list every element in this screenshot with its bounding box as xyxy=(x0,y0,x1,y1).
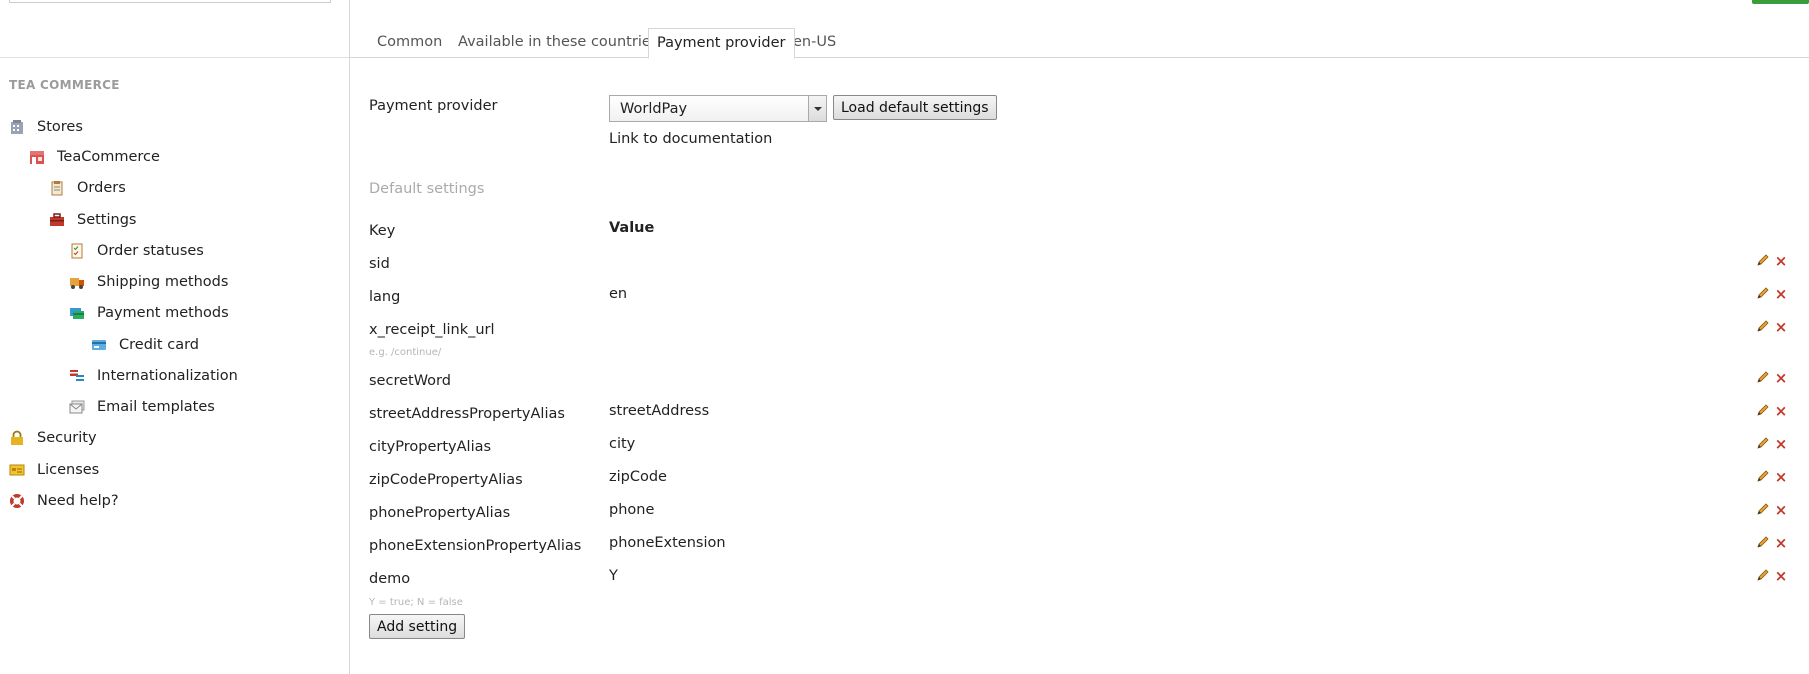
payment-provider-selected: WorldPay xyxy=(620,101,688,117)
email-icon xyxy=(69,399,85,415)
setting-key: sid xyxy=(369,256,390,272)
delete-icon[interactable]: × xyxy=(1774,536,1788,551)
tab-countries[interactable]: Available in these countries xyxy=(450,28,666,57)
checklist-icon xyxy=(69,243,85,259)
default-settings-title: Default settings xyxy=(369,181,485,197)
sidebar-item-licenses[interactable]: Licenses xyxy=(9,459,99,481)
credit-card-icon xyxy=(91,337,107,353)
building-icon xyxy=(9,119,25,135)
sidebar-item-label: Settings xyxy=(77,212,137,228)
setting-key: secretWord xyxy=(369,373,451,389)
pencil-icon[interactable] xyxy=(1756,469,1770,483)
pencil-icon[interactable] xyxy=(1756,568,1770,582)
sidebar-item-label: Order statuses xyxy=(97,243,204,259)
pencil-icon[interactable] xyxy=(1756,319,1770,333)
sidebar-item-label: Licenses xyxy=(37,462,100,478)
sidebar-item-label: TeaCommerce xyxy=(57,149,160,165)
sidebar-item-label: Orders xyxy=(77,180,126,196)
sidebar-item-teacommerce[interactable]: TeaCommerce xyxy=(29,146,160,168)
sidebar-item-payment-methods[interactable]: Payment methods xyxy=(69,302,229,324)
setting-key: phoneExtensionPropertyAlias xyxy=(369,538,582,554)
setting-value: en xyxy=(609,286,628,302)
clipboard-icon xyxy=(49,180,65,196)
search-input[interactable] xyxy=(9,0,331,3)
sidebar-item-settings[interactable]: Settings xyxy=(49,209,136,231)
setting-key: phonePropertyAlias xyxy=(369,505,511,521)
tabs-divider xyxy=(350,57,1809,58)
sidebar-item-internationalization[interactable]: Internationalization xyxy=(69,365,238,387)
pencil-icon[interactable] xyxy=(1756,286,1770,300)
license-icon xyxy=(9,462,25,478)
sidebar-divider xyxy=(0,57,349,58)
add-setting-button[interactable]: Add setting xyxy=(369,614,466,639)
setting-value: phone xyxy=(609,502,655,518)
sidebar-item-credit-card[interactable]: Credit card xyxy=(91,334,199,356)
sidebar-item-orders[interactable]: Orders xyxy=(49,177,126,199)
setting-value: phoneExtension xyxy=(609,535,726,551)
delete-icon[interactable]: × xyxy=(1774,371,1788,386)
pencil-icon[interactable] xyxy=(1756,535,1770,549)
key-column-header: Key xyxy=(369,223,396,239)
sidebar-item-label: Stores xyxy=(37,119,83,135)
setting-value: Y xyxy=(609,568,618,584)
pencil-icon[interactable] xyxy=(1756,436,1770,450)
toolbox-icon xyxy=(49,212,65,228)
sidebar-item-email-templates[interactable]: Email templates xyxy=(69,396,215,418)
sidebar-item-stores[interactable]: Stores xyxy=(9,116,83,138)
setting-key: lang xyxy=(369,289,401,305)
tab-common[interactable]: Common xyxy=(369,28,450,57)
flags-icon xyxy=(69,368,85,384)
sidebar-item-label: Credit card xyxy=(119,337,199,353)
truck-icon xyxy=(69,274,85,290)
sidebar: TEA COMMERCE Stores TeaCommerce Orders S… xyxy=(0,0,350,674)
lifebuoy-icon xyxy=(9,493,25,509)
sidebar-item-order-statuses[interactable]: Order statuses xyxy=(69,240,204,262)
pencil-icon[interactable] xyxy=(1756,253,1770,267)
setting-value: city xyxy=(609,436,636,452)
documentation-link[interactable]: Link to documentation xyxy=(609,131,772,147)
sidebar-item-need-help[interactable]: Need help? xyxy=(9,490,119,512)
load-default-settings-button[interactable]: Load default settings xyxy=(833,95,997,120)
save-button[interactable] xyxy=(1752,0,1809,4)
delete-icon[interactable]: × xyxy=(1774,254,1788,269)
sidebar-heading: TEA COMMERCE xyxy=(9,78,120,92)
pencil-icon[interactable] xyxy=(1756,403,1770,417)
lock-icon xyxy=(9,430,25,446)
sidebar-item-label: Payment methods xyxy=(97,305,229,321)
setting-key: x_receipt_link_url xyxy=(369,322,495,338)
setting-key: streetAddressPropertyAlias xyxy=(369,406,565,422)
delete-icon[interactable]: × xyxy=(1774,503,1788,518)
payment-provider-label: Payment provider xyxy=(369,98,498,114)
setting-value: streetAddress xyxy=(609,403,710,419)
pencil-icon[interactable] xyxy=(1756,502,1770,516)
value-column-header: Value xyxy=(609,220,655,236)
delete-icon[interactable]: × xyxy=(1774,470,1788,485)
chevron-down-icon[interactable] xyxy=(808,96,826,121)
payment-icon xyxy=(69,305,85,321)
sidebar-item-label: Need help? xyxy=(37,493,119,509)
sidebar-item-label: Shipping methods xyxy=(97,274,229,290)
sidebar-item-label: Internationalization xyxy=(97,368,238,384)
sidebar-item-label: Email templates xyxy=(97,399,215,415)
pencil-icon[interactable] xyxy=(1756,370,1770,384)
delete-icon[interactable]: × xyxy=(1774,287,1788,302)
sidebar-item-shipping-methods[interactable]: Shipping methods xyxy=(69,271,228,293)
tab-payment-provider[interactable]: Payment provider xyxy=(648,28,795,59)
setting-key: demo xyxy=(369,571,411,587)
sidebar-item-security[interactable]: Security xyxy=(9,427,97,449)
setting-hint: Y = true; N = false xyxy=(369,597,463,608)
setting-key: zipCodePropertyAlias xyxy=(369,472,523,488)
payment-provider-select[interactable]: WorldPay xyxy=(609,95,827,122)
delete-icon[interactable]: × xyxy=(1774,320,1788,335)
setting-value: zipCode xyxy=(609,469,667,485)
sidebar-item-label: Security xyxy=(37,430,97,446)
setting-hint: e.g. /continue/ xyxy=(369,347,442,358)
delete-icon[interactable]: × xyxy=(1774,437,1788,452)
delete-icon[interactable]: × xyxy=(1774,569,1788,584)
delete-icon[interactable]: × xyxy=(1774,404,1788,419)
setting-key: cityPropertyAlias xyxy=(369,439,492,455)
store-icon xyxy=(29,149,45,165)
